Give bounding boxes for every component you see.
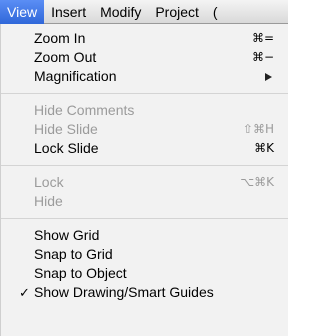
menu-item-zoom-out[interactable]: Zoom Out ⌘−: [1, 48, 288, 67]
menu-item-label: Snap to Grid: [34, 246, 113, 262]
menu-separator: [1, 165, 288, 166]
shortcut-label: ⌘K: [254, 141, 274, 155]
menu-separator: [1, 218, 288, 219]
menu-item-show-guides[interactable]: ✓ Show Drawing/Smart Guides: [1, 283, 288, 302]
view-dropdown-menu: Zoom In ⌘= Zoom Out ⌘− Magnification Hid…: [0, 24, 288, 336]
shortcut-label: ⇧⌘H: [242, 122, 274, 136]
menu-bar: View Insert Modify Project (: [0, 0, 288, 24]
menu-item-show-grid[interactable]: Show Grid: [1, 226, 288, 245]
menu-item-hide: Hide: [1, 192, 288, 211]
shortcut-label: ⌘−: [251, 50, 274, 64]
checkmark-icon: ✓: [19, 285, 30, 300]
menu-item-label: Hide Comments: [34, 102, 135, 118]
menu-item-label: Lock: [34, 174, 64, 190]
menu-item-label: Hide: [34, 193, 63, 209]
menu-item-label: Zoom In: [34, 30, 86, 46]
menu-item-label: Lock Slide: [34, 140, 99, 156]
menu-item-label: Snap to Object: [34, 265, 127, 281]
menu-item-label: Magnification: [34, 68, 117, 84]
menu-item-hide-slide: Hide Slide ⇧⌘H: [1, 120, 288, 139]
menu-item-lock: Lock ⌥⌘K: [1, 173, 288, 192]
menu-item-snap-to-grid[interactable]: Snap to Grid: [1, 245, 288, 264]
menu-partial[interactable]: (: [206, 0, 225, 24]
menu-item-snap-to-object[interactable]: Snap to Object: [1, 264, 288, 283]
menu-item-label: Show Grid: [34, 227, 100, 243]
menu-item-label: Zoom Out: [34, 49, 97, 65]
menu-separator: [1, 93, 288, 94]
menu-item-hide-comments: Hide Comments: [1, 101, 288, 120]
menu-item-lock-slide[interactable]: Lock Slide ⌘K: [1, 139, 288, 158]
menu-view[interactable]: View: [0, 0, 45, 24]
menu-item-magnification[interactable]: Magnification: [1, 67, 288, 86]
menu-item-label: Hide Slide: [34, 121, 98, 137]
menu-project[interactable]: Project: [148, 0, 206, 24]
menu-modify[interactable]: Modify: [93, 0, 148, 24]
shortcut-label: ⌘=: [251, 31, 274, 45]
shortcut-label: ⌥⌘K: [240, 175, 274, 189]
menu-item-label: Show Drawing/Smart Guides: [34, 284, 214, 300]
menu-item-zoom-in[interactable]: Zoom In ⌘=: [1, 29, 288, 48]
submenu-arrow-icon: [265, 73, 272, 81]
menu-insert[interactable]: Insert: [44, 0, 93, 24]
